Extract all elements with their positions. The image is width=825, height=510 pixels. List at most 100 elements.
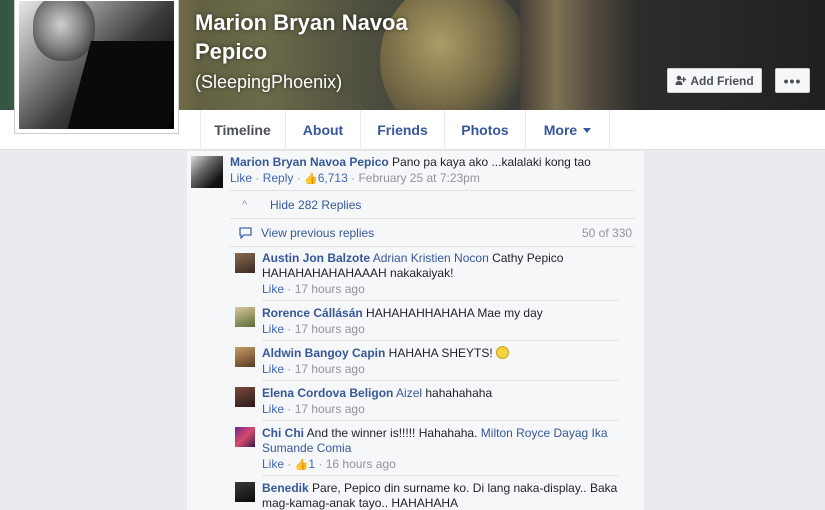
reply-author[interactable]: Aldwin Bangoy Capin <box>262 346 385 360</box>
reply-body: Chi Chi And the winner is!!!!! Hahahaha.… <box>262 426 608 441</box>
smile-emoji-icon <box>496 346 510 359</box>
comment-author[interactable]: Marion Bryan Navoa Pepico <box>230 155 389 169</box>
divider <box>262 420 619 421</box>
avatar[interactable] <box>235 387 255 407</box>
like-count[interactable]: 6,713 <box>318 171 348 185</box>
divider <box>262 380 619 381</box>
chevron-down-icon <box>583 127 592 133</box>
avatar[interactable] <box>235 427 255 447</box>
profile-name-line1: Marion Bryan Navoa <box>195 10 408 35</box>
tab-timeline-label: Timeline <box>214 122 271 138</box>
reply-body: Rorence Cállásán HAHAHAHHAHAHA Mae my da… <box>262 306 543 321</box>
divider <box>262 475 619 476</box>
add-friend-label: Add Friend <box>690 73 754 88</box>
avatar[interactable] <box>235 347 255 367</box>
reply-meta: Like · 17 hours ago <box>262 322 365 337</box>
avatar[interactable] <box>235 307 255 327</box>
like-link[interactable]: Like <box>262 402 284 416</box>
tagged-user[interactable]: Milton Royce Dayag Ika <box>481 426 608 440</box>
reply-text: And the winner is!!!!! Hahahaha. <box>304 426 481 440</box>
avatar[interactable] <box>235 482 255 502</box>
tab-friends-label: Friends <box>377 122 428 138</box>
reply-body: Benedik Pare, Pepico din surname ko. Di … <box>262 481 617 496</box>
tagged-user[interactable]: Sumande Comia <box>262 441 351 455</box>
reply-author[interactable]: Elena Cordova Beligon <box>262 386 393 400</box>
view-previous-label: View previous replies <box>261 226 375 240</box>
comment-body: Marion Bryan Navoa Pepico Pano pa kaya a… <box>230 155 591 170</box>
reply-meta: Like · 17 hours ago <box>262 402 365 417</box>
divider <box>230 218 635 219</box>
tab-divider <box>200 110 201 150</box>
reply-count: 50 of 330 <box>582 226 633 240</box>
tab-about[interactable]: About <box>286 110 361 150</box>
add-friend-button[interactable]: Add Friend <box>667 68 762 93</box>
speech-bubble-icon <box>239 227 252 239</box>
reply-text-line2: HAHAHAHAHAHAAAH nakakaiyak! <box>262 266 454 280</box>
divider <box>262 340 619 341</box>
reply-time[interactable]: 17 hours ago <box>295 402 365 416</box>
reply-link[interactable]: Reply <box>263 171 294 185</box>
meta-dot: · <box>284 457 295 471</box>
reply-author[interactable]: Austin Jon Balzote <box>262 251 370 265</box>
divider <box>262 300 619 301</box>
chevron-up-icon: ^ <box>242 199 248 211</box>
reply-text-line2: mag-kamag-anak tayo.. HAHAHAHA <box>262 496 459 510</box>
reply-text-line2: Sumande Comia <box>262 441 351 456</box>
reply-body: Austin Jon Balzote Adrian Kristien Nocon… <box>262 251 563 266</box>
divider <box>230 190 635 191</box>
avatar[interactable] <box>191 156 223 188</box>
reply-meta: Like · 17 hours ago <box>262 362 365 377</box>
comment-text: Pano pa kaya ako ...kalalaki kong tao <box>388 155 591 169</box>
reply-time[interactable]: 17 hours ago <box>295 362 365 376</box>
tagged-user[interactable]: Aizel <box>396 386 422 400</box>
meta-dot: · <box>284 322 295 336</box>
tab-photos[interactable]: Photos <box>445 110 526 150</box>
comment-time[interactable]: February 25 at 7:23pm <box>358 171 479 185</box>
tab-timeline[interactable]: Timeline <box>200 110 286 150</box>
avatar[interactable] <box>235 253 255 273</box>
profile-picture <box>19 1 174 129</box>
profile-name-line2: Pepico <box>195 39 268 64</box>
reply-text: HAHAHA SHEYTS! <box>385 346 497 360</box>
tab-photos-label: Photos <box>461 122 509 138</box>
reply-meta: Like · 👍1 · 16 hours ago <box>262 457 396 473</box>
hide-replies-label: Hide 282 Replies <box>270 198 362 212</box>
reply-body: Aldwin Bangoy Capin HAHAHA SHEYTS! <box>262 346 510 361</box>
meta-dot: · <box>284 362 295 376</box>
reply-author[interactable]: Rorence Cállásán <box>262 306 363 320</box>
reply-text: HAHAHAHHAHAHA Mae my day <box>362 306 543 320</box>
tab-more[interactable]: More <box>526 110 610 150</box>
reply-time[interactable]: 17 hours ago <box>295 322 365 336</box>
like-link[interactable]: Like <box>262 322 284 336</box>
reply-time[interactable]: 16 hours ago <box>326 457 396 471</box>
view-previous-replies-link[interactable]: View previous replies <box>261 226 374 241</box>
profile-picture-frame[interactable] <box>14 0 179 134</box>
profile-name[interactable]: Marion Bryan Navoa Pepico <box>195 8 495 66</box>
reply-text: Cathy Pepico <box>488 251 564 265</box>
meta-dot: · <box>315 457 326 471</box>
reply-body: Elena Cordova Beligon Aizel hahahahaha <box>262 386 492 401</box>
thumbs-up-icon: 👍 <box>294 459 309 471</box>
add-friend-icon <box>675 75 687 85</box>
tab-friends[interactable]: Friends <box>361 110 445 150</box>
tab-more-label: More <box>543 122 578 138</box>
like-link[interactable]: Like <box>262 282 284 296</box>
hide-replies-link[interactable]: Hide 282 Replies <box>270 198 361 213</box>
profile-alias: (SleepingPhoenix) <box>195 72 343 92</box>
like-link[interactable]: Like <box>262 362 284 376</box>
meta-dot: · <box>284 402 295 416</box>
like-link[interactable]: Like <box>230 171 252 185</box>
meta-dot: · <box>293 171 305 185</box>
meta-dot: · <box>347 171 359 185</box>
meta-dot: · <box>252 171 263 185</box>
tab-about-label: About <box>302 122 344 138</box>
like-link[interactable]: Like <box>262 457 284 471</box>
comments-panel: Marion Bryan Navoa Pepico Pano pa kaya a… <box>187 151 644 510</box>
tagged-user[interactable]: Adrian Kristien Nocon <box>373 251 489 265</box>
reply-author[interactable]: Chi Chi <box>262 426 304 440</box>
reply-text: hahahahaha <box>422 386 493 400</box>
more-options-button[interactable]: ••• <box>775 68 810 93</box>
reply-time[interactable]: 17 hours ago <box>295 282 365 296</box>
reply-text: Pare, Pepico din surname ko. Di lang nak… <box>308 481 618 495</box>
reply-author[interactable]: Benedik <box>262 481 309 495</box>
